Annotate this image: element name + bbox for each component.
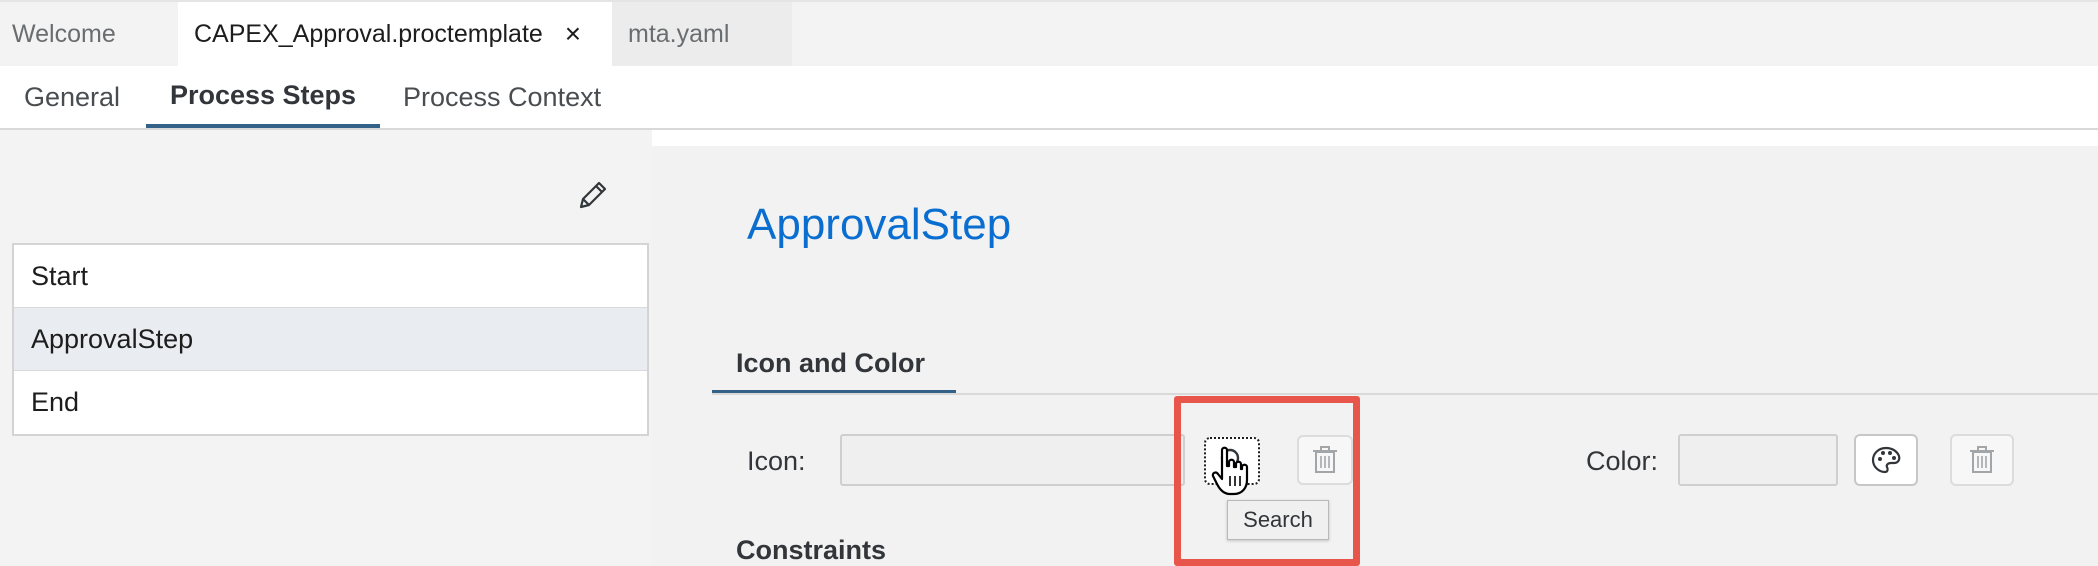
- editor-tab-mta-yaml[interactable]: mta.yaml: [612, 2, 792, 66]
- pencil-icon[interactable]: [576, 178, 610, 212]
- editor-tab-capex-approval[interactable]: CAPEX_Approval.proctemplate ×: [178, 2, 612, 66]
- tab-process-steps[interactable]: Process Steps: [146, 66, 380, 128]
- editor-tab-welcome[interactable]: Welcome: [0, 2, 178, 66]
- tab-process-context[interactable]: Process Context: [403, 66, 601, 128]
- palette-icon: [1871, 446, 1901, 474]
- close-icon[interactable]: ×: [565, 18, 581, 50]
- trash-icon: [1970, 446, 1994, 473]
- list-item-approvalstep[interactable]: ApprovalStep: [14, 308, 647, 371]
- color-picker-button[interactable]: [1854, 434, 1918, 486]
- list-item-label: End: [31, 387, 80, 417]
- icon-field[interactable]: [840, 434, 1185, 486]
- step-title: ApprovalStep: [747, 200, 1012, 249]
- tab-icon-and-color[interactable]: Icon and Color: [712, 338, 956, 394]
- constraints-heading: Constraints: [736, 535, 887, 565]
- tab-label: Icon and Color: [736, 348, 925, 378]
- list-item-end[interactable]: End: [14, 371, 647, 434]
- editor-tab-label: CAPEX_Approval.proctemplate: [194, 19, 543, 48]
- template-section-tabs: General Process Steps Process Context: [0, 66, 2098, 130]
- color-label: Color:: [1586, 446, 1659, 476]
- tab-general[interactable]: General: [24, 66, 120, 128]
- list-item-start[interactable]: Start: [14, 245, 647, 308]
- editor-tab-label: mta.yaml: [628, 19, 730, 48]
- tab-label: Process Context: [403, 81, 602, 112]
- color-field[interactable]: [1678, 434, 1838, 486]
- delete-color-button[interactable]: [1950, 434, 2014, 486]
- editor-tab-label: Welcome: [12, 19, 116, 48]
- callout-highlight-box: [1174, 396, 1360, 566]
- section-tab-divider: [712, 393, 2098, 395]
- process-steps-list: Start ApprovalStep End: [12, 243, 649, 436]
- editor-tab-bar: Welcome CAPEX_Approval.proctemplate × mt…: [0, 0, 2098, 66]
- tab-label: General: [24, 81, 121, 112]
- icon-label: Icon:: [747, 446, 806, 476]
- tab-label: Process Steps: [169, 79, 357, 110]
- list-item-label: Start: [31, 261, 89, 291]
- list-item-label: ApprovalStep: [31, 324, 194, 354]
